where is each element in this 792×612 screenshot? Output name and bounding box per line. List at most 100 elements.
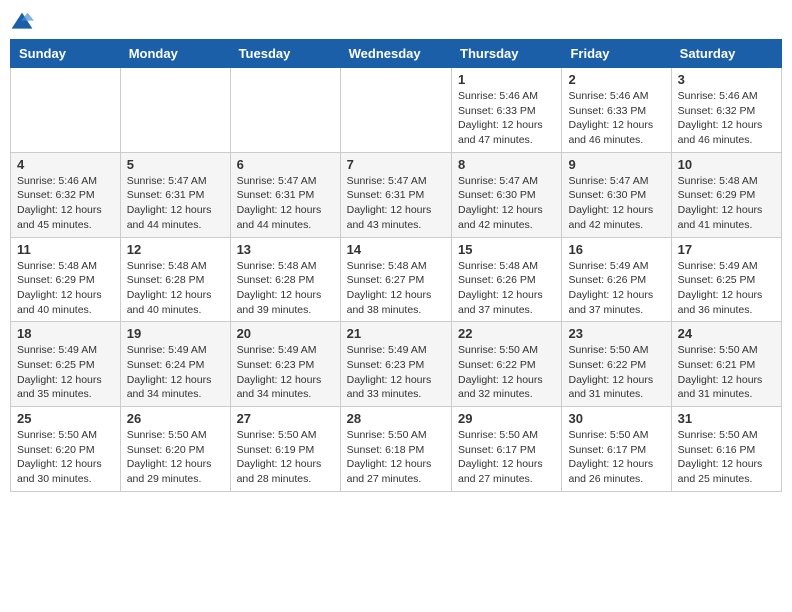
header-wednesday: Wednesday (340, 40, 451, 68)
day-info: Sunrise: 5:49 AM Sunset: 6:23 PM Dayligh… (237, 343, 334, 402)
day-number: 20 (237, 326, 334, 341)
day-number: 12 (127, 242, 224, 257)
calendar-cell: 14 Sunrise: 5:48 AM Sunset: 6:27 PM Dayli… (340, 237, 451, 322)
day-number: 27 (237, 411, 334, 426)
calendar-cell: 23 Sunrise: 5:50 AM Sunset: 6:22 PM Dayli… (562, 322, 671, 407)
day-number: 11 (17, 242, 114, 257)
day-number: 9 (568, 157, 664, 172)
day-info: Sunrise: 5:50 AM Sunset: 6:21 PM Dayligh… (678, 343, 775, 402)
calendar-cell: 31 Sunrise: 5:50 AM Sunset: 6:16 PM Dayli… (671, 407, 781, 492)
day-number: 17 (678, 242, 775, 257)
day-info: Sunrise: 5:50 AM Sunset: 6:16 PM Dayligh… (678, 428, 775, 487)
calendar-cell: 7 Sunrise: 5:47 AM Sunset: 6:31 PM Daylig… (340, 152, 451, 237)
calendar-cell: 8 Sunrise: 5:47 AM Sunset: 6:30 PM Daylig… (452, 152, 562, 237)
week-row-4: 18 Sunrise: 5:49 AM Sunset: 6:25 PM Dayli… (11, 322, 782, 407)
calendar-header-row: SundayMondayTuesdayWednesdayThursdayFrid… (11, 40, 782, 68)
calendar-cell: 19 Sunrise: 5:49 AM Sunset: 6:24 PM Dayli… (120, 322, 230, 407)
week-row-2: 4 Sunrise: 5:46 AM Sunset: 6:32 PM Daylig… (11, 152, 782, 237)
day-number: 30 (568, 411, 664, 426)
day-info: Sunrise: 5:46 AM Sunset: 6:32 PM Dayligh… (678, 89, 775, 148)
calendar-cell: 22 Sunrise: 5:50 AM Sunset: 6:22 PM Dayli… (452, 322, 562, 407)
week-row-3: 11 Sunrise: 5:48 AM Sunset: 6:29 PM Dayli… (11, 237, 782, 322)
day-number: 22 (458, 326, 555, 341)
calendar-cell (11, 68, 121, 153)
logo-icon (10, 11, 34, 31)
day-info: Sunrise: 5:47 AM Sunset: 6:31 PM Dayligh… (347, 174, 445, 233)
calendar-cell: 9 Sunrise: 5:47 AM Sunset: 6:30 PM Daylig… (562, 152, 671, 237)
day-number: 10 (678, 157, 775, 172)
day-number: 19 (127, 326, 224, 341)
day-number: 15 (458, 242, 555, 257)
day-info: Sunrise: 5:49 AM Sunset: 6:25 PM Dayligh… (17, 343, 114, 402)
calendar-cell: 16Sunrise: 5:49 AM Sunset: 6:26 PM Dayli… (562, 237, 671, 322)
day-number: 7 (347, 157, 445, 172)
calendar-cell: 30 Sunrise: 5:50 AM Sunset: 6:17 PM Dayli… (562, 407, 671, 492)
logo (10, 10, 38, 31)
day-info: Sunrise: 5:49 AM Sunset: 6:25 PM Dayligh… (678, 259, 775, 318)
header-thursday: Thursday (452, 40, 562, 68)
day-number: 13 (237, 242, 334, 257)
day-info: Sunrise: 5:47 AM Sunset: 6:30 PM Dayligh… (568, 174, 664, 233)
day-number: 28 (347, 411, 445, 426)
calendar-cell: 12Sunrise: 5:48 AM Sunset: 6:28 PM Dayli… (120, 237, 230, 322)
week-row-1: 1Sunrise: 5:46 AM Sunset: 6:33 PM Daylig… (11, 68, 782, 153)
calendar-cell: 18 Sunrise: 5:49 AM Sunset: 6:25 PM Dayli… (11, 322, 121, 407)
day-info: Sunrise: 5:48 AM Sunset: 6:28 PM Dayligh… (237, 259, 334, 318)
day-info: Sunrise: 5:50 AM Sunset: 6:17 PM Dayligh… (458, 428, 555, 487)
calendar-cell: 2 Sunrise: 5:46 AM Sunset: 6:33 PM Daylig… (562, 68, 671, 153)
header-tuesday: Tuesday (230, 40, 340, 68)
day-number: 26 (127, 411, 224, 426)
day-number: 25 (17, 411, 114, 426)
day-info: Sunrise: 5:49 AM Sunset: 6:26 PM Dayligh… (568, 259, 664, 318)
day-info: Sunrise: 5:47 AM Sunset: 6:30 PM Dayligh… (458, 174, 555, 233)
calendar-cell: 24Sunrise: 5:50 AM Sunset: 6:21 PM Dayli… (671, 322, 781, 407)
calendar-cell: 20 Sunrise: 5:49 AM Sunset: 6:23 PM Dayli… (230, 322, 340, 407)
day-number: 8 (458, 157, 555, 172)
calendar-cell (120, 68, 230, 153)
day-info: Sunrise: 5:50 AM Sunset: 6:18 PM Dayligh… (347, 428, 445, 487)
calendar-cell: 4 Sunrise: 5:46 AM Sunset: 6:32 PM Daylig… (11, 152, 121, 237)
calendar-cell: 28 Sunrise: 5:50 AM Sunset: 6:18 PM Dayli… (340, 407, 451, 492)
day-number: 3 (678, 72, 775, 87)
day-info: Sunrise: 5:46 AM Sunset: 6:32 PM Dayligh… (17, 174, 114, 233)
day-number: 2 (568, 72, 664, 87)
day-info: Sunrise: 5:50 AM Sunset: 6:22 PM Dayligh… (458, 343, 555, 402)
calendar-cell (230, 68, 340, 153)
day-info: Sunrise: 5:49 AM Sunset: 6:23 PM Dayligh… (347, 343, 445, 402)
calendar-cell: 13 Sunrise: 5:48 AM Sunset: 6:28 PM Dayli… (230, 237, 340, 322)
day-info: Sunrise: 5:48 AM Sunset: 6:29 PM Dayligh… (17, 259, 114, 318)
calendar-cell (340, 68, 451, 153)
day-info: Sunrise: 5:50 AM Sunset: 6:22 PM Dayligh… (568, 343, 664, 402)
day-number: 18 (17, 326, 114, 341)
day-number: 6 (237, 157, 334, 172)
day-number: 29 (458, 411, 555, 426)
day-info: Sunrise: 5:48 AM Sunset: 6:27 PM Dayligh… (347, 259, 445, 318)
week-row-5: 25Sunrise: 5:50 AM Sunset: 6:20 PM Dayli… (11, 407, 782, 492)
day-number: 4 (17, 157, 114, 172)
day-info: Sunrise: 5:50 AM Sunset: 6:19 PM Dayligh… (237, 428, 334, 487)
calendar-cell: 17 Sunrise: 5:49 AM Sunset: 6:25 PM Dayli… (671, 237, 781, 322)
calendar-cell: 26Sunrise: 5:50 AM Sunset: 6:20 PM Dayli… (120, 407, 230, 492)
day-info: Sunrise: 5:50 AM Sunset: 6:17 PM Dayligh… (568, 428, 664, 487)
day-info: Sunrise: 5:47 AM Sunset: 6:31 PM Dayligh… (127, 174, 224, 233)
calendar-cell: 1Sunrise: 5:46 AM Sunset: 6:33 PM Daylig… (452, 68, 562, 153)
day-info: Sunrise: 5:46 AM Sunset: 6:33 PM Dayligh… (458, 89, 555, 148)
calendar-cell: 27 Sunrise: 5:50 AM Sunset: 6:19 PM Dayli… (230, 407, 340, 492)
day-info: Sunrise: 5:49 AM Sunset: 6:24 PM Dayligh… (127, 343, 224, 402)
day-number: 23 (568, 326, 664, 341)
header-friday: Friday (562, 40, 671, 68)
day-number: 31 (678, 411, 775, 426)
day-number: 14 (347, 242, 445, 257)
day-info: Sunrise: 5:47 AM Sunset: 6:31 PM Dayligh… (237, 174, 334, 233)
calendar-cell: 21Sunrise: 5:49 AM Sunset: 6:23 PM Dayli… (340, 322, 451, 407)
day-info: Sunrise: 5:48 AM Sunset: 6:29 PM Dayligh… (678, 174, 775, 233)
header (10, 10, 782, 31)
calendar-cell: 25Sunrise: 5:50 AM Sunset: 6:20 PM Dayli… (11, 407, 121, 492)
day-number: 5 (127, 157, 224, 172)
calendar-cell: 5 Sunrise: 5:47 AM Sunset: 6:31 PM Daylig… (120, 152, 230, 237)
calendar-cell: 29 Sunrise: 5:50 AM Sunset: 6:17 PM Dayli… (452, 407, 562, 492)
calendar-cell: 11 Sunrise: 5:48 AM Sunset: 6:29 PM Dayli… (11, 237, 121, 322)
day-info: Sunrise: 5:46 AM Sunset: 6:33 PM Dayligh… (568, 89, 664, 148)
day-info: Sunrise: 5:48 AM Sunset: 6:26 PM Dayligh… (458, 259, 555, 318)
calendar-cell: 3 Sunrise: 5:46 AM Sunset: 6:32 PM Daylig… (671, 68, 781, 153)
